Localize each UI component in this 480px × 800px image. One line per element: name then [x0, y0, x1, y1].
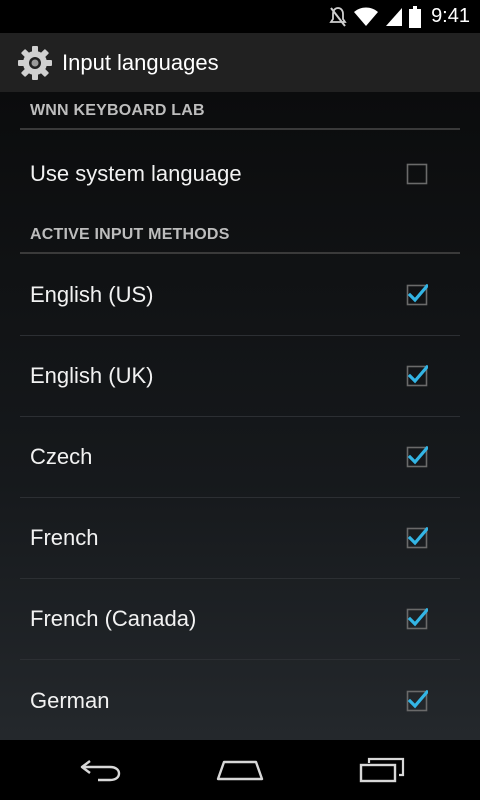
navigation-bar	[0, 740, 480, 800]
back-icon	[80, 760, 121, 782]
input-method-row-german[interactable]: German	[20, 660, 460, 740]
input-method-row-czech[interactable]: Czech	[20, 417, 460, 498]
status-time: 9:41	[431, 5, 470, 27]
action-bar: Input languages	[0, 33, 480, 92]
row-label: Czech	[30, 444, 93, 469]
row-label: Use system language	[30, 160, 242, 186]
settings-gear-icon[interactable]	[16, 44, 54, 82]
checkbox-checked-icon[interactable]	[406, 365, 428, 387]
input-method-row-english-us[interactable]: English (US)	[20, 255, 460, 336]
checkbox-checked-icon[interactable]	[406, 527, 428, 549]
use-system-language-row[interactable]: Use system language	[20, 133, 460, 214]
row-label: English (UK)	[30, 363, 154, 388]
checkbox-checked-icon[interactable]	[406, 608, 428, 630]
section-header-label: ACTIVE INPUT METHODS	[30, 226, 230, 243]
input-method-row-french[interactable]: French	[20, 498, 460, 579]
section-header-keyboard-lab: WNN KEYBOARD LAB	[20, 92, 460, 130]
input-method-row-english-uk[interactable]: English (UK)	[20, 336, 460, 417]
section-header-label: WNN KEYBOARD LAB	[30, 102, 205, 119]
checkbox-checked-icon[interactable]	[406, 446, 428, 468]
mute-icon	[329, 6, 347, 27]
back-button[interactable]	[40, 740, 160, 800]
page-title: Input languages	[62, 49, 219, 75]
section-header-active-input-methods: ACTIVE INPUT METHODS	[20, 216, 460, 254]
signal-icon	[386, 7, 403, 26]
recent-apps-button[interactable]	[322, 740, 442, 800]
recent-apps-icon	[359, 757, 405, 783]
row-label: English (US)	[30, 282, 154, 307]
home-button[interactable]	[180, 740, 300, 800]
status-icons: 9:41	[329, 0, 470, 33]
row-label: German	[30, 687, 110, 713]
status-bar: 9:41	[0, 0, 480, 33]
home-icon	[216, 760, 264, 781]
input-method-row-french-canada[interactable]: French (Canada)	[20, 579, 460, 660]
settings-list: WNN KEYBOARD LAB Use system language ACT…	[0, 92, 480, 740]
checkbox-checked-icon[interactable]	[406, 284, 428, 306]
battery-icon	[409, 5, 422, 28]
row-label: French	[30, 525, 99, 550]
row-label: French (Canada)	[30, 606, 197, 631]
checkbox-unchecked-icon[interactable]	[406, 163, 428, 185]
wifi-icon	[354, 7, 379, 26]
checkbox-checked-icon[interactable]	[406, 689, 428, 712]
